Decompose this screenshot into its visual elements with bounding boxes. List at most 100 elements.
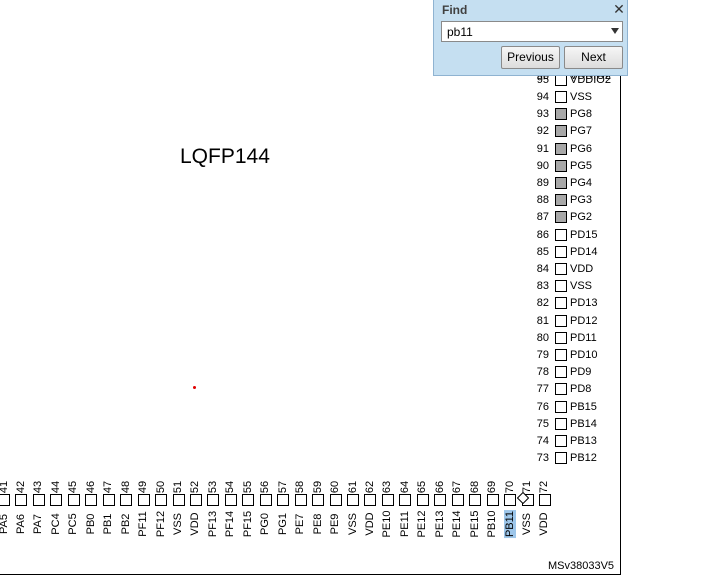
bottom-pin-51[interactable]: 51 VSS — [170, 478, 187, 540]
pin-pad[interactable] — [555, 400, 567, 413]
pin-pad[interactable] — [555, 108, 567, 121]
close-icon[interactable]: ✕ — [612, 1, 626, 17]
pin-pad[interactable] — [294, 494, 307, 506]
pin-pad[interactable] — [486, 494, 499, 506]
pin-pad[interactable] — [555, 142, 567, 155]
right-pin-78[interactable]: 78 PD9 — [525, 364, 620, 381]
bottom-pin-71[interactable]: 71 VSS — [519, 478, 536, 540]
bottom-pin-72[interactable]: 72 VDD — [536, 478, 553, 540]
right-pin-75[interactable]: 75 PB14 — [525, 416, 620, 433]
pin-pad[interactable] — [259, 494, 272, 506]
pin-pad[interactable] — [538, 494, 551, 506]
pin-pad[interactable] — [364, 494, 377, 506]
right-pin-83[interactable]: 83 VSS — [525, 278, 620, 295]
pin-pad[interactable] — [85, 494, 98, 506]
pin-pad[interactable] — [555, 417, 567, 430]
bottom-pin-69[interactable]: 69 PB10 — [484, 478, 501, 540]
pin-pad[interactable] — [451, 494, 464, 506]
bottom-pin-55[interactable]: 55 PF15 — [239, 478, 256, 540]
bottom-pin-57[interactable]: 57 PG1 — [274, 478, 291, 540]
pin-pad[interactable] — [277, 494, 290, 506]
pin-pad[interactable] — [555, 314, 567, 327]
bottom-pin-43[interactable]: 43 PA7 — [30, 478, 47, 540]
bottom-pin-47[interactable]: 47 PB1 — [100, 478, 117, 540]
pin-pad[interactable] — [399, 494, 412, 506]
pin-pad[interactable] — [555, 280, 567, 293]
right-pin-76[interactable]: 76 PB15 — [525, 399, 620, 416]
bottom-pin-53[interactable]: 53 PF13 — [204, 478, 221, 540]
right-pin-93[interactable]: 93 PG8 — [525, 106, 620, 123]
bottom-pin-62[interactable]: 62 VDD — [361, 478, 378, 540]
right-pin-89[interactable]: 89 PG4 — [525, 175, 620, 192]
pin-pad[interactable] — [555, 263, 567, 275]
bottom-pin-65[interactable]: 65 PE12 — [414, 478, 431, 540]
bottom-pin-66[interactable]: 66 PE13 — [431, 478, 448, 540]
right-pin-86[interactable]: 86 PD15 — [525, 227, 620, 244]
bottom-pin-42[interactable]: 42 PA6 — [12, 478, 29, 540]
right-pin-91[interactable]: 91 PG6 — [525, 141, 620, 158]
bottom-pin-61[interactable]: 61 VSS — [344, 478, 361, 540]
bottom-pin-68[interactable]: 68 PE15 — [466, 478, 483, 540]
bottom-pin-45[interactable]: 45 PC5 — [65, 478, 82, 540]
right-pin-90[interactable]: 90 PG5 — [525, 158, 620, 175]
right-pin-82[interactable]: 82 PD13 — [525, 295, 620, 312]
pin-pad[interactable] — [381, 494, 394, 506]
right-pin-74[interactable]: 74 PB13 — [525, 433, 620, 450]
right-pin-92[interactable]: 92 PG7 — [525, 123, 620, 140]
bottom-pin-64[interactable]: 64 PE11 — [396, 478, 413, 540]
bottom-pin-63[interactable]: 63 PE10 — [379, 478, 396, 540]
pin-pad[interactable] — [207, 494, 220, 506]
right-pin-77[interactable]: 77 PD8 — [525, 381, 620, 398]
pin-pad[interactable] — [555, 435, 567, 447]
bottom-pin-58[interactable]: 58 PE7 — [292, 478, 309, 540]
next-button[interactable]: Next — [564, 46, 623, 69]
bottom-pin-50[interactable]: 50 PF12 — [152, 478, 169, 540]
pin-pad[interactable] — [329, 494, 342, 506]
pin-pad[interactable] — [347, 494, 359, 506]
bottom-pin-56[interactable]: 56 PG0 — [257, 478, 274, 540]
pin-pad[interactable] — [555, 125, 567, 138]
pin-pad[interactable] — [189, 494, 202, 506]
pin-pad[interactable] — [555, 452, 567, 465]
pin-pad[interactable] — [67, 494, 80, 506]
pin-pad[interactable] — [555, 297, 567, 310]
pin-pad[interactable] — [434, 494, 447, 506]
right-pin-81[interactable]: 81 PD12 — [525, 313, 620, 330]
pin-pad[interactable] — [172, 494, 185, 506]
pin-pad[interactable] — [416, 494, 429, 506]
right-pin-88[interactable]: 88 PG3 — [525, 192, 620, 209]
bottom-pin-60[interactable]: 60 PE9 — [327, 478, 344, 540]
chevron-down-icon[interactable] — [611, 28, 619, 34]
find-input[interactable] — [442, 22, 610, 41]
bottom-pin-48[interactable]: 48 PB2 — [117, 478, 134, 540]
pin-pad[interactable] — [155, 494, 168, 506]
pin-pad[interactable] — [555, 366, 567, 379]
bottom-pin-54[interactable]: 54 PF14 — [222, 478, 239, 540]
pin-pad[interactable] — [555, 245, 567, 258]
pin-pad[interactable] — [120, 494, 133, 506]
pin-pad[interactable] — [555, 91, 567, 103]
bottom-pin-41[interactable]: 41 PA5 — [0, 478, 12, 540]
pin-pad[interactable] — [555, 349, 567, 361]
right-pin-79[interactable]: 79 PD10 — [525, 347, 620, 364]
right-pin-94[interactable]: 94 VSS — [525, 89, 620, 106]
pin-pad[interactable] — [555, 331, 567, 344]
right-pin-87[interactable]: 87 PG2 — [525, 209, 620, 226]
right-pin-85[interactable]: 85 PD14 — [525, 244, 620, 261]
pin-pad[interactable] — [242, 494, 255, 506]
find-combobox[interactable] — [441, 21, 623, 42]
pin-pad[interactable] — [504, 494, 517, 506]
bottom-pin-70[interactable]: 70 PB11 — [501, 478, 518, 540]
previous-button[interactable]: Previous — [501, 46, 560, 69]
bottom-pin-67[interactable]: 67 PE14 — [449, 478, 466, 540]
bottom-pin-59[interactable]: 59 PE8 — [309, 478, 326, 540]
pin-pad[interactable] — [15, 494, 28, 506]
pin-pad[interactable] — [555, 177, 567, 189]
pin-pad[interactable] — [224, 494, 237, 506]
pin-pad[interactable] — [469, 494, 482, 506]
bottom-pin-49[interactable]: 49 PF11 — [135, 478, 152, 540]
pin-pad[interactable] — [555, 159, 567, 172]
pin-pad[interactable] — [32, 494, 45, 506]
bottom-pin-44[interactable]: 44 PC4 — [47, 478, 64, 540]
pin-pad[interactable] — [50, 494, 63, 506]
